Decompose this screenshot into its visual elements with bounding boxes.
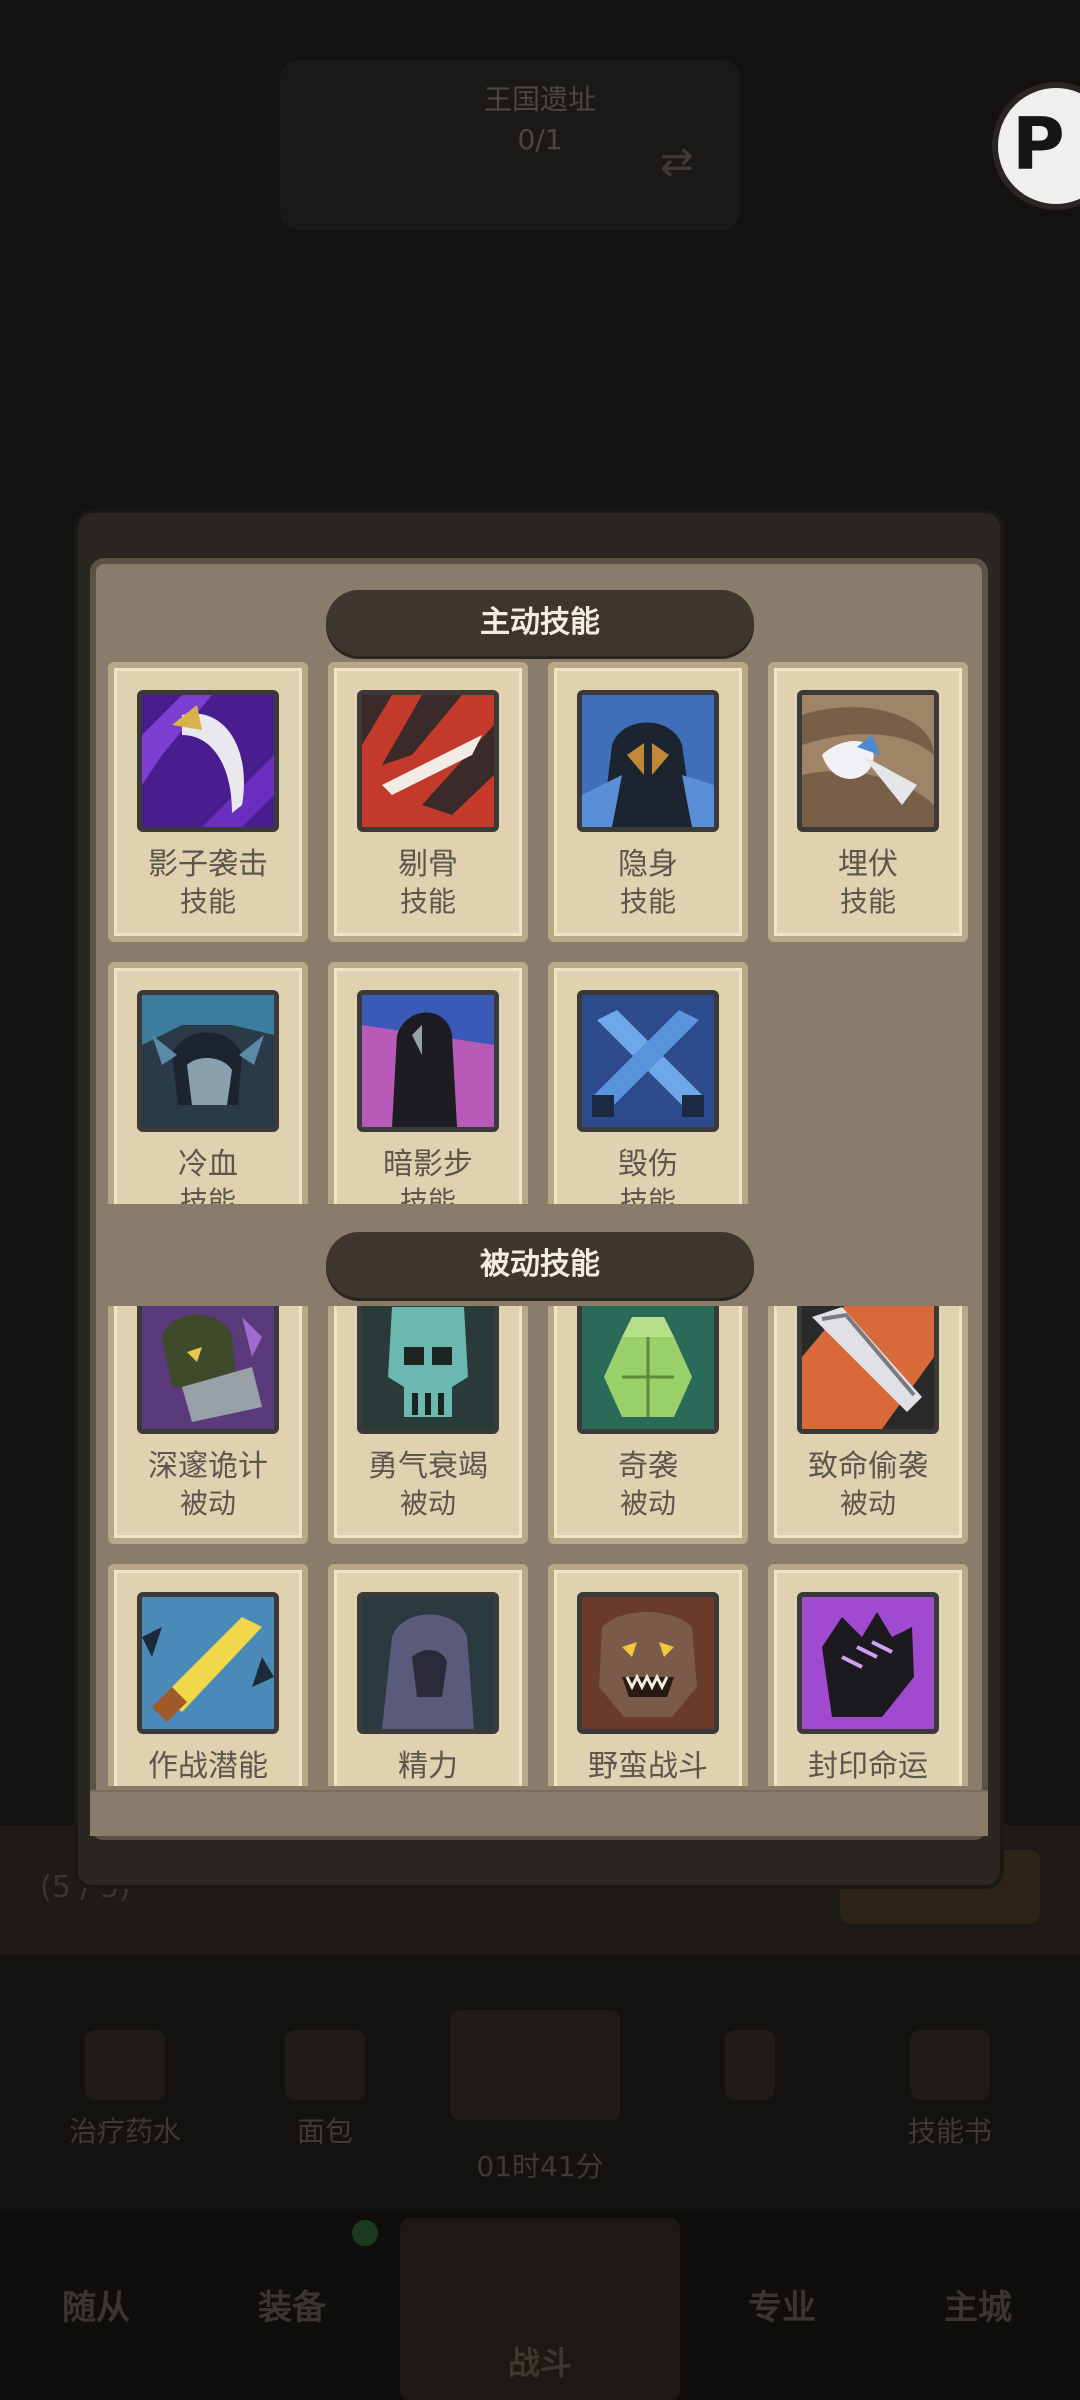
skill-card-courage-decay[interactable]: 勇气衰竭 被动 <box>328 1306 528 1544</box>
skill-card-mutilate[interactable]: 毁伤 技能 <box>548 962 748 1204</box>
skill-name: 勇气衰竭 <box>368 1449 488 1484</box>
nav-battle-label: 战斗 <box>507 2344 572 2382</box>
skill-name: 致命偷袭 <box>808 1449 928 1484</box>
combat-potential-icon <box>137 1592 279 1734</box>
skill-type: 被动 <box>399 1487 456 1520</box>
skill-type: 被动 <box>179 1487 236 1520</box>
skill-type: 技能 <box>179 1185 236 1204</box>
skill-card-surprise-attack[interactable]: 奇袭 被动 <box>548 1306 748 1544</box>
skill-card-shadow-strike[interactable]: 影子袭击 技能 <box>108 662 308 942</box>
bone-cut-icon <box>357 690 499 832</box>
item-locked <box>655 2000 845 2110</box>
vigor-icon <box>357 1592 499 1734</box>
lock-icon <box>725 2030 775 2100</box>
skill-name: 埋伏 <box>838 847 898 882</box>
skill-type: 技能 <box>619 1185 676 1204</box>
skill-card-combat-potential[interactable]: 作战潜能 被动 <box>108 1564 308 1786</box>
skill-type: 被动 <box>619 1487 676 1520</box>
skill-name: 冷血 <box>178 1147 238 1182</box>
courage-decay-icon <box>357 1306 499 1434</box>
camp-icon <box>450 2010 620 2120</box>
surprise-attack-icon <box>577 1306 719 1434</box>
skill-card-stealth[interactable]: 隐身 技能 <box>548 662 748 942</box>
rest-timer: 01时41分 <box>476 2150 604 2183</box>
skill-name: 精力 <box>398 1749 458 1784</box>
skill-type: 技能 <box>399 885 456 918</box>
skill-name: 剔骨 <box>398 847 458 882</box>
skill-name: 野蛮战斗 <box>588 1749 708 1784</box>
shadow-step-icon <box>357 990 499 1132</box>
dungeon-progress: 0/1 <box>517 123 563 156</box>
dungeon-title: 王国遗址 0/1 <box>0 80 1080 160</box>
skill-type: 技能 <box>179 885 236 918</box>
nav-battle: 战斗 <box>400 2218 680 2400</box>
skill-name: 暗影步 <box>383 1147 473 1182</box>
item-label: 技能书 <box>907 2115 992 2148</box>
nav-equipment: 装备 <box>258 2288 326 2328</box>
modal-footer <box>90 1790 988 1836</box>
skill-name: 深邃诡计 <box>148 1449 268 1484</box>
skill-name: 隐身 <box>618 847 678 882</box>
item-bread: 面包 <box>230 2000 420 2150</box>
active-skills-list[interactable]: 影子袭击 技能 剔骨 技能 隐身 技能 埋伏 技能 冷血 技能 暗影步 技能 毁… <box>108 660 970 1204</box>
shadow-strike-icon <box>137 690 279 832</box>
skill-card-bone-cut[interactable]: 剔骨 技能 <box>328 662 528 942</box>
skill-type: 被动 <box>839 1487 896 1520</box>
skill-type: 技能 <box>619 885 676 918</box>
passive-skills-header: 被动技能 <box>326 1232 754 1298</box>
skill-card-ambush[interactable]: 埋伏 技能 <box>768 662 968 942</box>
skill-type: 技能 <box>839 885 896 918</box>
nav-followers: 随从 <box>62 2288 130 2328</box>
item-camp <box>440 2000 630 2130</box>
mutilate-icon <box>577 990 719 1132</box>
item-label: 治疗药水 <box>68 2115 181 2148</box>
deadly-backstab-icon <box>797 1306 939 1434</box>
skill-type: 技能 <box>399 1185 456 1204</box>
ambush-icon <box>797 690 939 832</box>
active-skills-header: 主动技能 <box>326 590 754 656</box>
notification-dot <box>352 2220 378 2246</box>
skill-name: 封印命运 <box>808 1749 928 1784</box>
item-potion: 治疗药水 <box>30 2000 220 2150</box>
skill-name: 奇袭 <box>618 1449 678 1484</box>
item-skill-book: 技能书 <box>855 2000 1045 2150</box>
skill-card-deep-trickery[interactable]: 深邃诡计 被动 <box>108 1306 308 1544</box>
bread-icon <box>285 2030 365 2100</box>
potion-icon <box>85 2030 165 2100</box>
savage-combat-icon <box>577 1592 719 1734</box>
skill-card-cold-blood[interactable]: 冷血 技能 <box>108 962 308 1204</box>
deep-trickery-icon <box>137 1306 279 1434</box>
passive-skills-list[interactable]: 深邃诡计 被动 勇气衰竭 被动 奇袭 被动 致命偷袭 被动 作战潜能 精力 野蛮… <box>108 1306 970 1786</box>
skill-card-deadly-backstab[interactable]: 致命偷袭 被动 <box>768 1306 968 1544</box>
swap-icon: ⇄ <box>660 139 694 185</box>
skill-card-seal-fate[interactable]: 封印命运 被动 <box>768 1564 968 1786</box>
nav-main-city: 主城 <box>944 2288 1012 2328</box>
skill-card-vigor[interactable]: 精力 被动 <box>328 1564 528 1786</box>
skill-card-savage-combat[interactable]: 野蛮战斗 被动 <box>548 1564 748 1786</box>
skill-name: 作战潜能 <box>148 1749 268 1784</box>
seal-fate-icon <box>797 1592 939 1734</box>
item-label: 面包 <box>296 2115 353 2148</box>
cold-blood-icon <box>137 990 279 1132</box>
book-icon <box>910 2030 990 2100</box>
skill-card-shadow-step[interactable]: 暗影步 技能 <box>328 962 528 1204</box>
stealth-icon <box>577 690 719 832</box>
skill-name: 影子袭击 <box>148 847 268 882</box>
dungeon-name: 王国遗址 <box>483 83 596 116</box>
skill-name: 毁伤 <box>618 1147 678 1182</box>
nav-profession: 专业 <box>748 2288 816 2328</box>
